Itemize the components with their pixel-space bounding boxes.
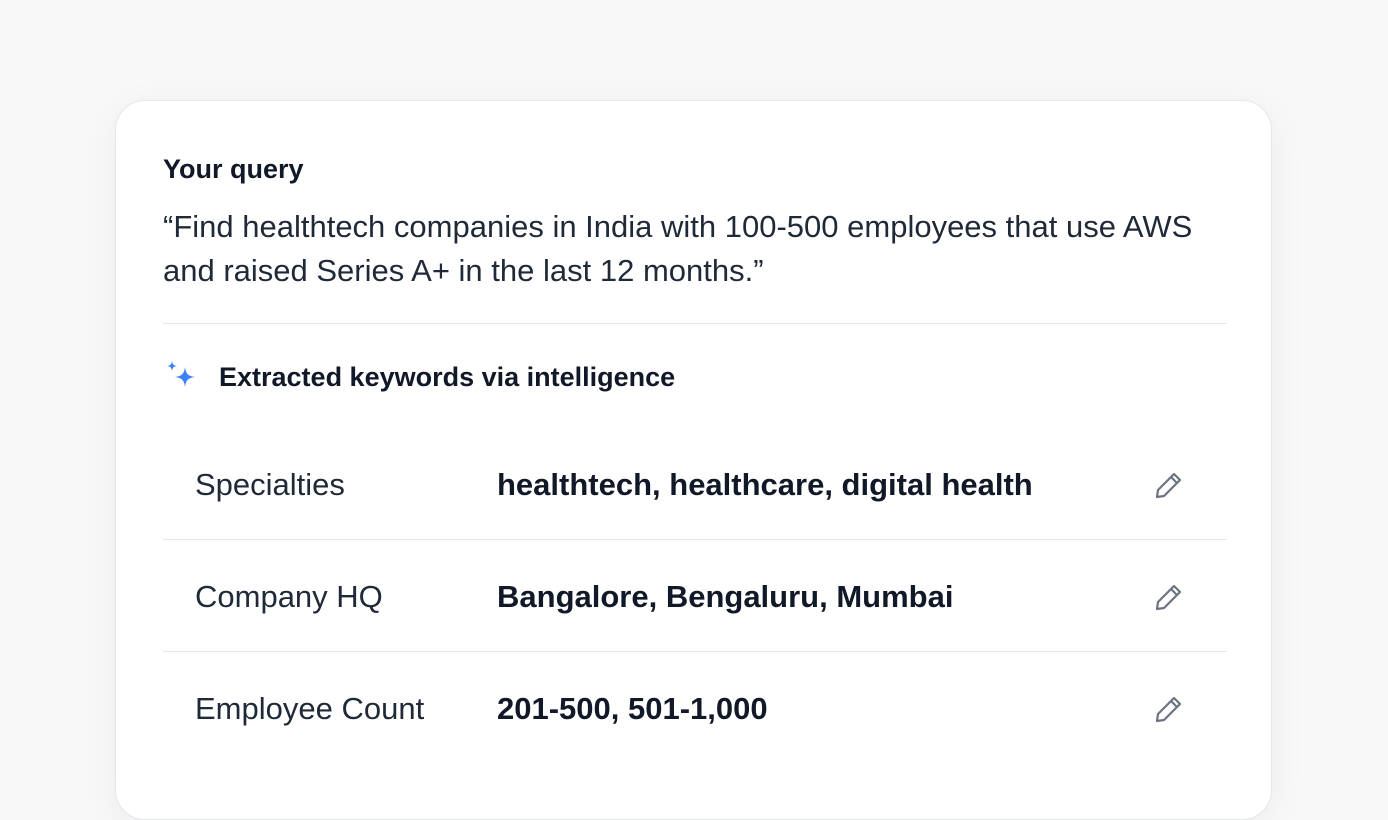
edit-employee-count-button[interactable] [1153,693,1185,725]
row-label: Company HQ [195,579,383,614]
pencil-icon [1155,472,1182,499]
sparkle-icon [167,361,195,387]
edit-company-hq-button[interactable] [1153,581,1185,613]
pencil-icon [1155,696,1182,723]
extracted-title: Extracted keywords via intelligence [219,361,676,392]
keyword-row-employee-count: Employee Count 201-500, 501-1,000 [163,653,1227,765]
row-value: 201-500, 501-1,000 [497,691,768,726]
extracted-header: Extracted keywords via intelligence [163,357,675,397]
query-text: “Find healthtech companies in India with… [163,209,1193,288]
row-label: Specialties [195,467,345,502]
keyword-row-specialties: Specialties healthtech, healthcare, digi… [163,429,1227,541]
divider [163,323,1227,324]
row-label: Employee Count [195,691,425,726]
pencil-icon [1155,584,1182,611]
row-value: healthtech, healthcare, digital health [497,467,1033,502]
query-card: Your query “Find healthtech companies in… [115,100,1272,820]
row-value: Bangalore, Bengaluru, Mumbai [497,579,954,614]
divider [163,539,1227,540]
divider [163,651,1227,652]
edit-specialties-button[interactable] [1153,469,1185,501]
keyword-row-company-hq: Company HQ Bangalore, Bengaluru, Mumbai [163,541,1227,653]
query-label: Your query [163,154,304,184]
